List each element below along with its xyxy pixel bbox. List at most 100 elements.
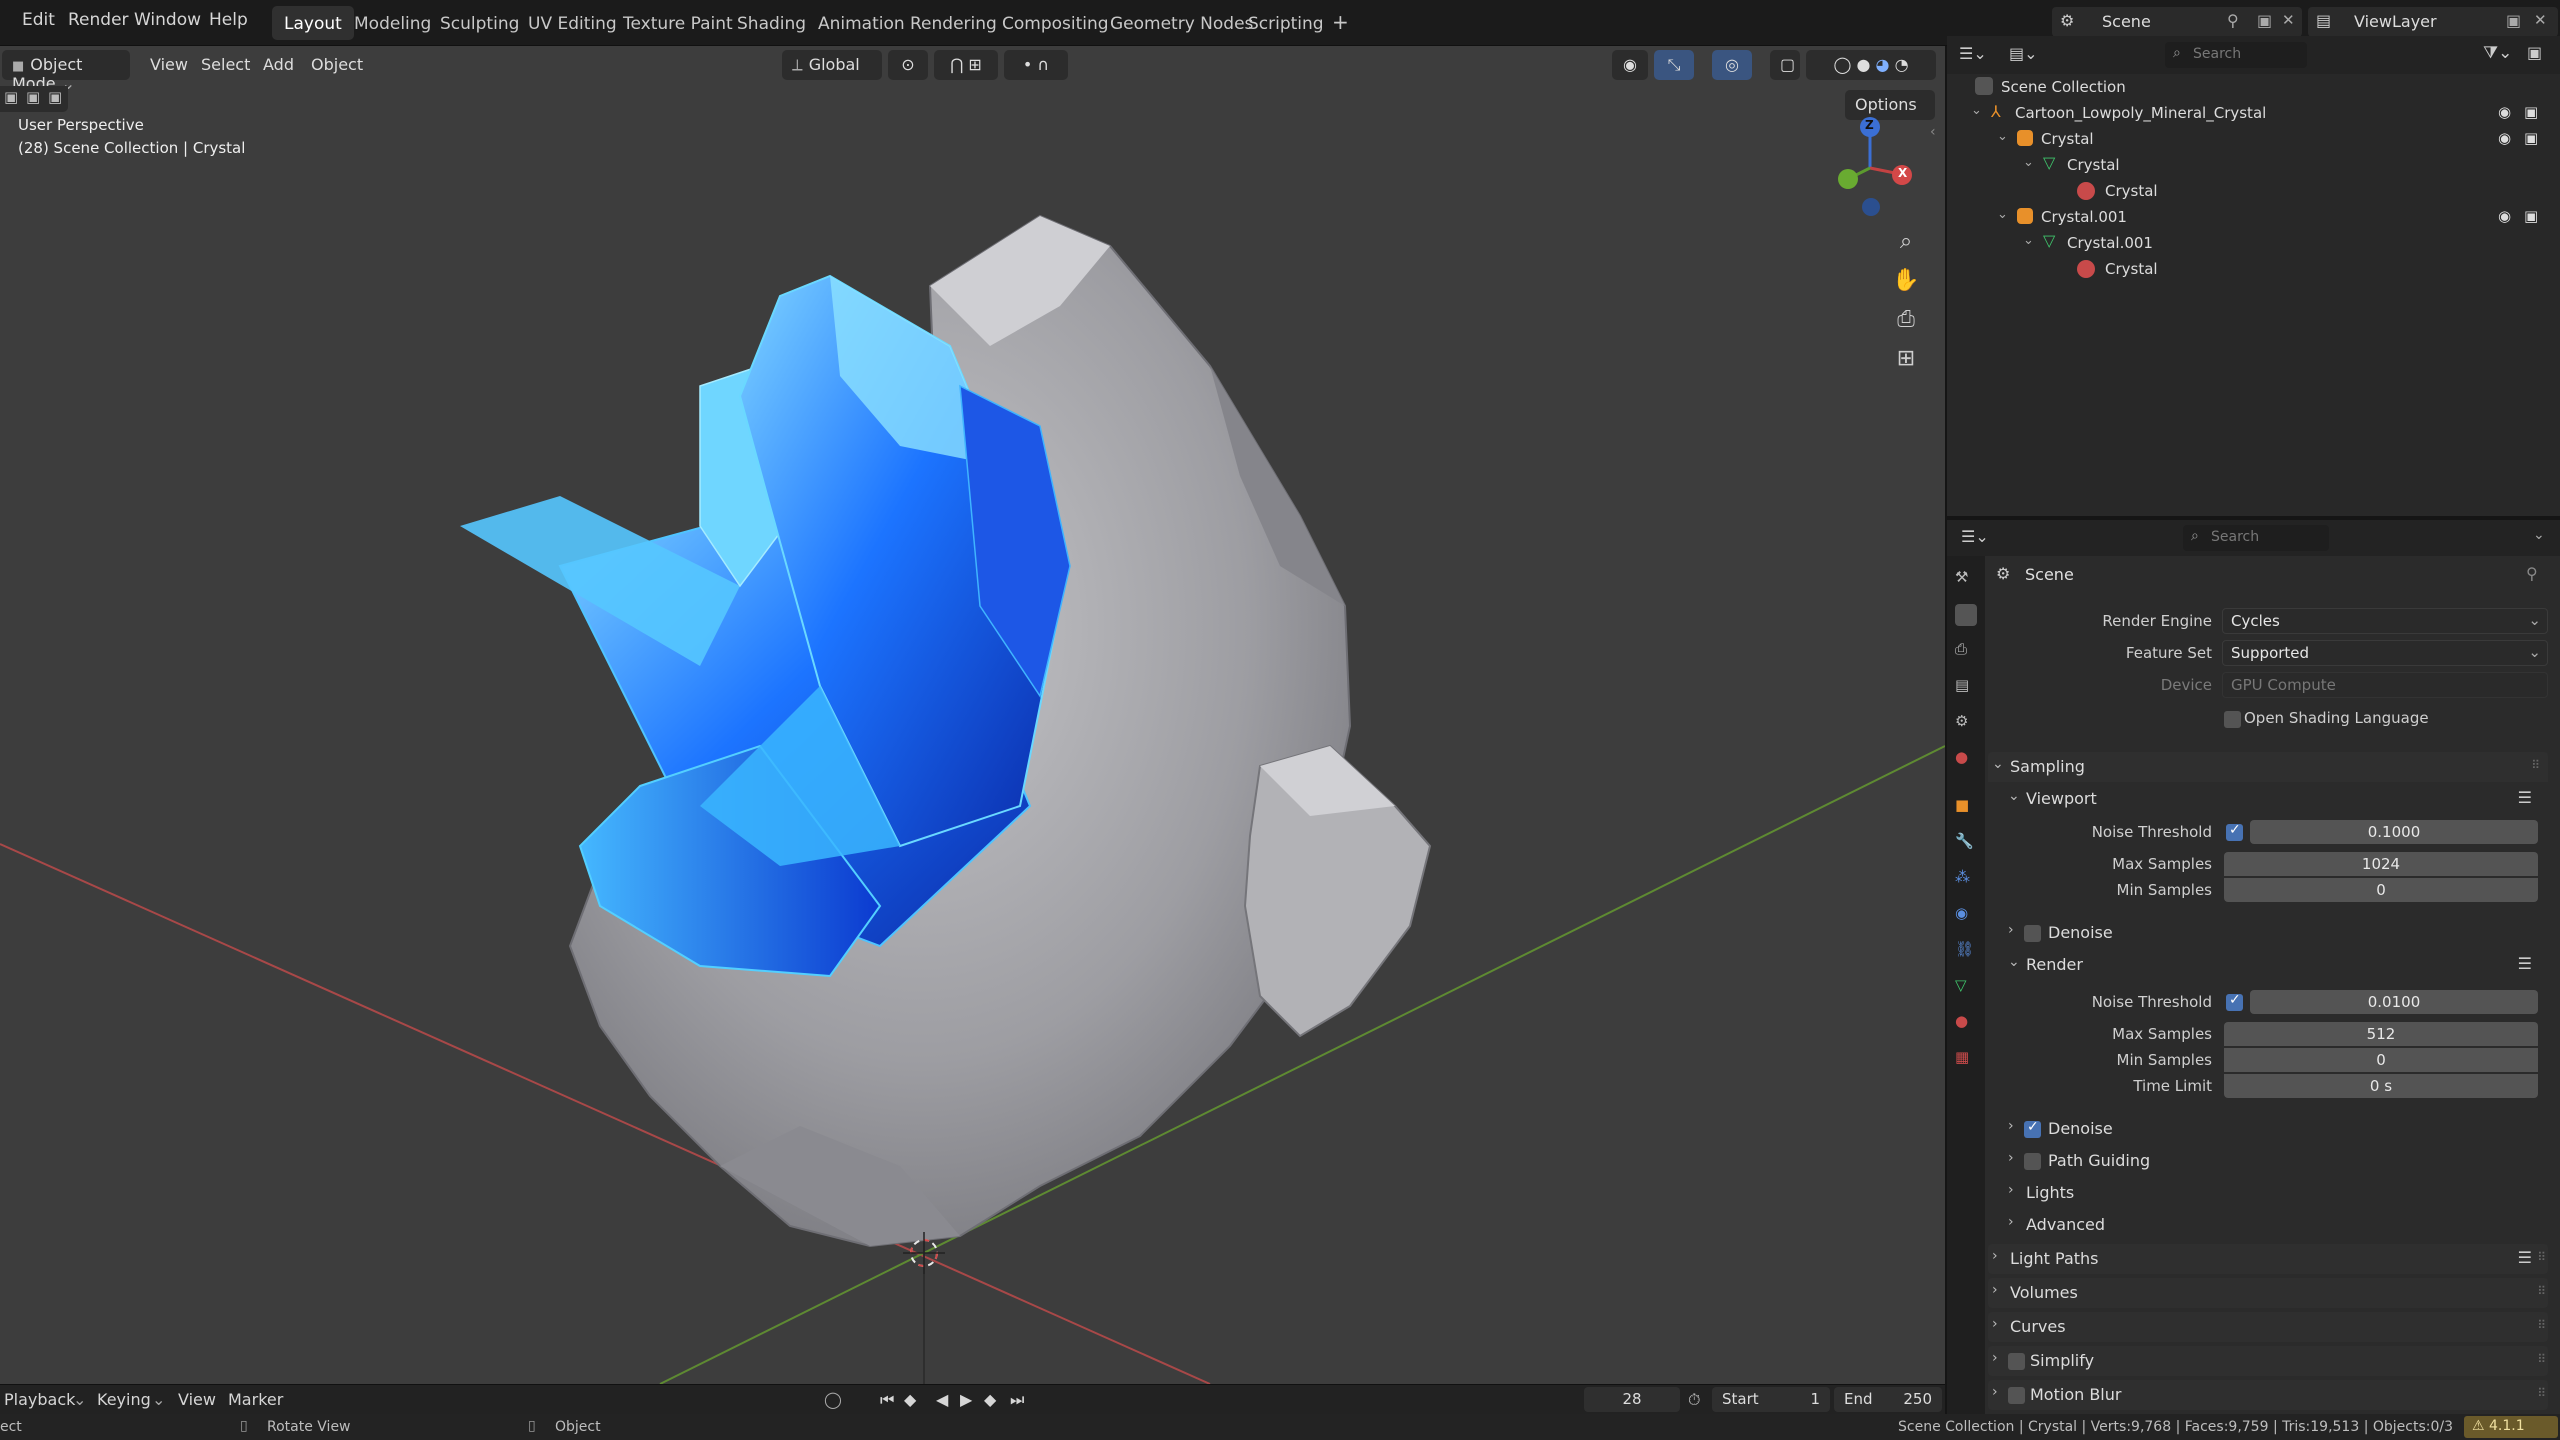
3d-viewport[interactable]: ■ Object Mode ⌄ View Select Add Object ⟂ Gl… (0, 46, 1945, 1384)
light-paths-panel-header[interactable]: › Light Paths ☰ ⠿ (1988, 1244, 2548, 1274)
display-mode-icon[interactable]: ▤⌄ (2009, 44, 2038, 63)
object-tab-icon[interactable]: ■ (1955, 796, 1977, 818)
timeline-menu-playback[interactable]: Playback (4, 1390, 75, 1409)
editor-type-icon[interactable]: ☰⌄ (1959, 44, 1987, 63)
feature-set-dropdown[interactable]: Supported ⌄ (2222, 640, 2548, 666)
zoom-icon[interactable]: ⌕ (1886, 222, 1926, 262)
transform-orientation-selector[interactable]: ⟂ Global (782, 50, 882, 80)
collapse-sidebar-icon[interactable]: ‹ (1930, 124, 1936, 140)
xray-toggle[interactable]: ▢ (1770, 50, 1800, 80)
chevron-down-icon[interactable]: ⌄ (1971, 103, 1982, 118)
tree-item-crystal[interactable]: ⌄ Crystal ◉ ▣ (1947, 126, 2560, 152)
path-guiding-checkbox[interactable] (2024, 1153, 2041, 1170)
drag-handle-icon[interactable]: ⠿ (2537, 1250, 2546, 1264)
end-frame-field[interactable]: End 250 (1834, 1387, 1942, 1412)
osl-checkbox[interactable] (2224, 711, 2241, 728)
chevron-down-icon[interactable]: ⌄ (1997, 129, 2008, 144)
tree-item-cartoon-crystal[interactable]: ⌄ ⅄ Cartoon_Lowpoly_Mineral_Crystal ◉ ▣ (1947, 100, 2560, 126)
path-guiding-subpanel-header[interactable]: › Path Guiding (1988, 1146, 2548, 1176)
scene-selector[interactable]: ⚙ Scene ⚲ ▣ ✕ (2052, 7, 2302, 37)
lights-subpanel-header[interactable]: › Lights (1988, 1178, 2548, 1208)
area-divider[interactable] (1945, 46, 1947, 1414)
area-divider[interactable] (1947, 516, 2560, 520)
world-tab-icon[interactable]: ● (1955, 748, 1977, 770)
pin-icon[interactable]: ⚲ (2526, 564, 2538, 583)
sampling-panel-header[interactable]: ⌄ Sampling ⠿ (1988, 752, 2548, 782)
viewlayer-selector[interactable]: ▤ ViewLayer ▣ ✕ (2308, 7, 2558, 37)
r-denoise-subpanel-header[interactable]: › Denoise (1988, 1114, 2548, 1144)
properties-search[interactable]: ⌕ Search (2183, 525, 2329, 551)
curves-panel-header[interactable]: › Curves ⠿ (1988, 1312, 2548, 1342)
r-noise-threshold-field[interactable]: 0.0100 (2250, 990, 2538, 1014)
view-layer-tab-icon[interactable]: ▤ (1955, 676, 1977, 698)
close-icon[interactable]: ✕ (2534, 11, 2547, 29)
viewport-menu-view[interactable]: View (150, 55, 188, 74)
modifier-tab-icon[interactable]: 🔧 (1955, 832, 1977, 854)
outliner-search[interactable]: ⌕ Search (2165, 42, 2307, 68)
constraints-tab-icon[interactable]: ⛓ (1955, 940, 1977, 962)
mode-selector[interactable]: ■ Object Mode ⌄ (2, 50, 130, 93)
camera-icon[interactable]: ▣ (2524, 103, 2538, 121)
tree-item-scene-collection[interactable]: Scene Collection (1947, 74, 2560, 100)
overlays-toggle[interactable]: ◎ (1712, 50, 1752, 80)
wireframe-shading-icon[interactable]: ◯ (1833, 55, 1851, 74)
render-subpanel-header[interactable]: ⌄ Render ☰ (1988, 950, 2548, 980)
menu-render[interactable]: Render (68, 10, 129, 30)
tree-item-crystal-001[interactable]: ⌄ Crystal.001 ◉ ▣ (1947, 204, 2560, 230)
render-engine-dropdown[interactable]: Cycles ⌄ (2222, 608, 2548, 634)
physics-tab-icon[interactable]: ◉ (1955, 904, 1977, 926)
snap-toggle[interactable]: ⋂ ⊞ (934, 50, 998, 80)
close-icon[interactable]: ✕ (2282, 11, 2295, 29)
vp-noise-threshold-field[interactable]: 0.1000 (2250, 820, 2538, 844)
jump-start-icon[interactable]: ⏮ (880, 1390, 894, 1410)
timeline-menu-keying[interactable]: Keying (97, 1390, 151, 1409)
timeline-menu-view[interactable]: View (178, 1390, 216, 1409)
camera-icon[interactable]: ▣ (2524, 207, 2538, 225)
simplify-panel-header[interactable]: › Simplify ⠿ (1988, 1346, 2548, 1376)
motion-blur-checkbox[interactable] (2008, 1387, 2025, 1404)
camera-icon[interactable]: ▣ (2524, 129, 2538, 147)
menu-window[interactable]: Window (134, 10, 201, 30)
viewport-menu-select[interactable]: Select (201, 55, 250, 74)
next-keyframe-icon[interactable]: ◆ (984, 1390, 996, 1409)
viewport-menu-add[interactable]: Add (263, 55, 294, 74)
motion-blur-panel-header[interactable]: › Motion Blur ⠿ (1988, 1380, 2548, 1410)
viewport-menu-object[interactable]: Object (311, 55, 363, 74)
tool-tab-icon[interactable]: ⚒ (1955, 568, 1977, 590)
output-tab-icon[interactable]: ⎙ (1955, 640, 1977, 662)
solid-shading-icon[interactable]: ● (1856, 55, 1870, 74)
r-noise-threshold-checkbox[interactable] (2226, 992, 2243, 1011)
drag-handle-icon[interactable]: ⠿ (2537, 1284, 2546, 1298)
filter-icon[interactable]: ⧩⌄ (2483, 43, 2512, 63)
play-reverse-icon[interactable]: ◀ (936, 1390, 948, 1409)
new-collection-icon[interactable]: ▣ (2527, 43, 2542, 62)
prev-keyframe-icon[interactable]: ◆ (904, 1390, 916, 1409)
r-max-samples-field[interactable]: 512 (2224, 1022, 2538, 1046)
chevron-down-icon[interactable]: ⌄ (2533, 527, 2545, 543)
timer-icon[interactable]: ⏱ (1688, 1390, 1700, 1410)
pan-hand-icon[interactable]: ✋ (1886, 261, 1926, 301)
tree-item-crystal-001-material[interactable]: Crystal (1947, 256, 2560, 282)
chevron-down-icon[interactable]: ⌄ (2023, 155, 2034, 170)
jump-end-icon[interactable]: ⏭ (1010, 1390, 1024, 1410)
select-mode-toolbar[interactable]: ▣ ▣ ▣ (0, 86, 68, 112)
particles-tab-icon[interactable]: ⁂ (1955, 868, 1977, 890)
drag-handle-icon[interactable]: ⠿ (2537, 1318, 2546, 1332)
vp-max-samples-field[interactable]: 1024 (2224, 852, 2538, 876)
data-tab-icon[interactable]: ▽ (1955, 976, 1977, 998)
camera-view-icon[interactable]: ⎙ (1886, 300, 1926, 340)
menu-edit[interactable]: Edit (22, 10, 55, 30)
shading-mode-selector[interactable]: ◯ ● ◕ ◔ (1806, 50, 1936, 80)
editor-type-icon[interactable]: ☰⌄ (1961, 527, 1989, 546)
version-badge[interactable]: ⚠ 4.1.1 (2464, 1416, 2558, 1438)
add-workspace-button[interactable]: + (1320, 6, 1361, 40)
select-extend-icon[interactable]: ▣ (26, 88, 40, 106)
presets-list-icon[interactable]: ☰ (2518, 954, 2532, 973)
presets-list-icon[interactable]: ☰ (2518, 1248, 2532, 1267)
new-scene-icon[interactable]: ▣ (2257, 11, 2272, 30)
scene-tab-icon[interactable]: ⚙ (1955, 712, 1977, 734)
r-time-limit-field[interactable]: 0 s (2224, 1074, 2538, 1098)
select-new-icon[interactable]: ▣ (4, 88, 18, 106)
advanced-subpanel-header[interactable]: › Advanced (1988, 1210, 2548, 1240)
presets-list-icon[interactable]: ☰ (2518, 788, 2532, 807)
